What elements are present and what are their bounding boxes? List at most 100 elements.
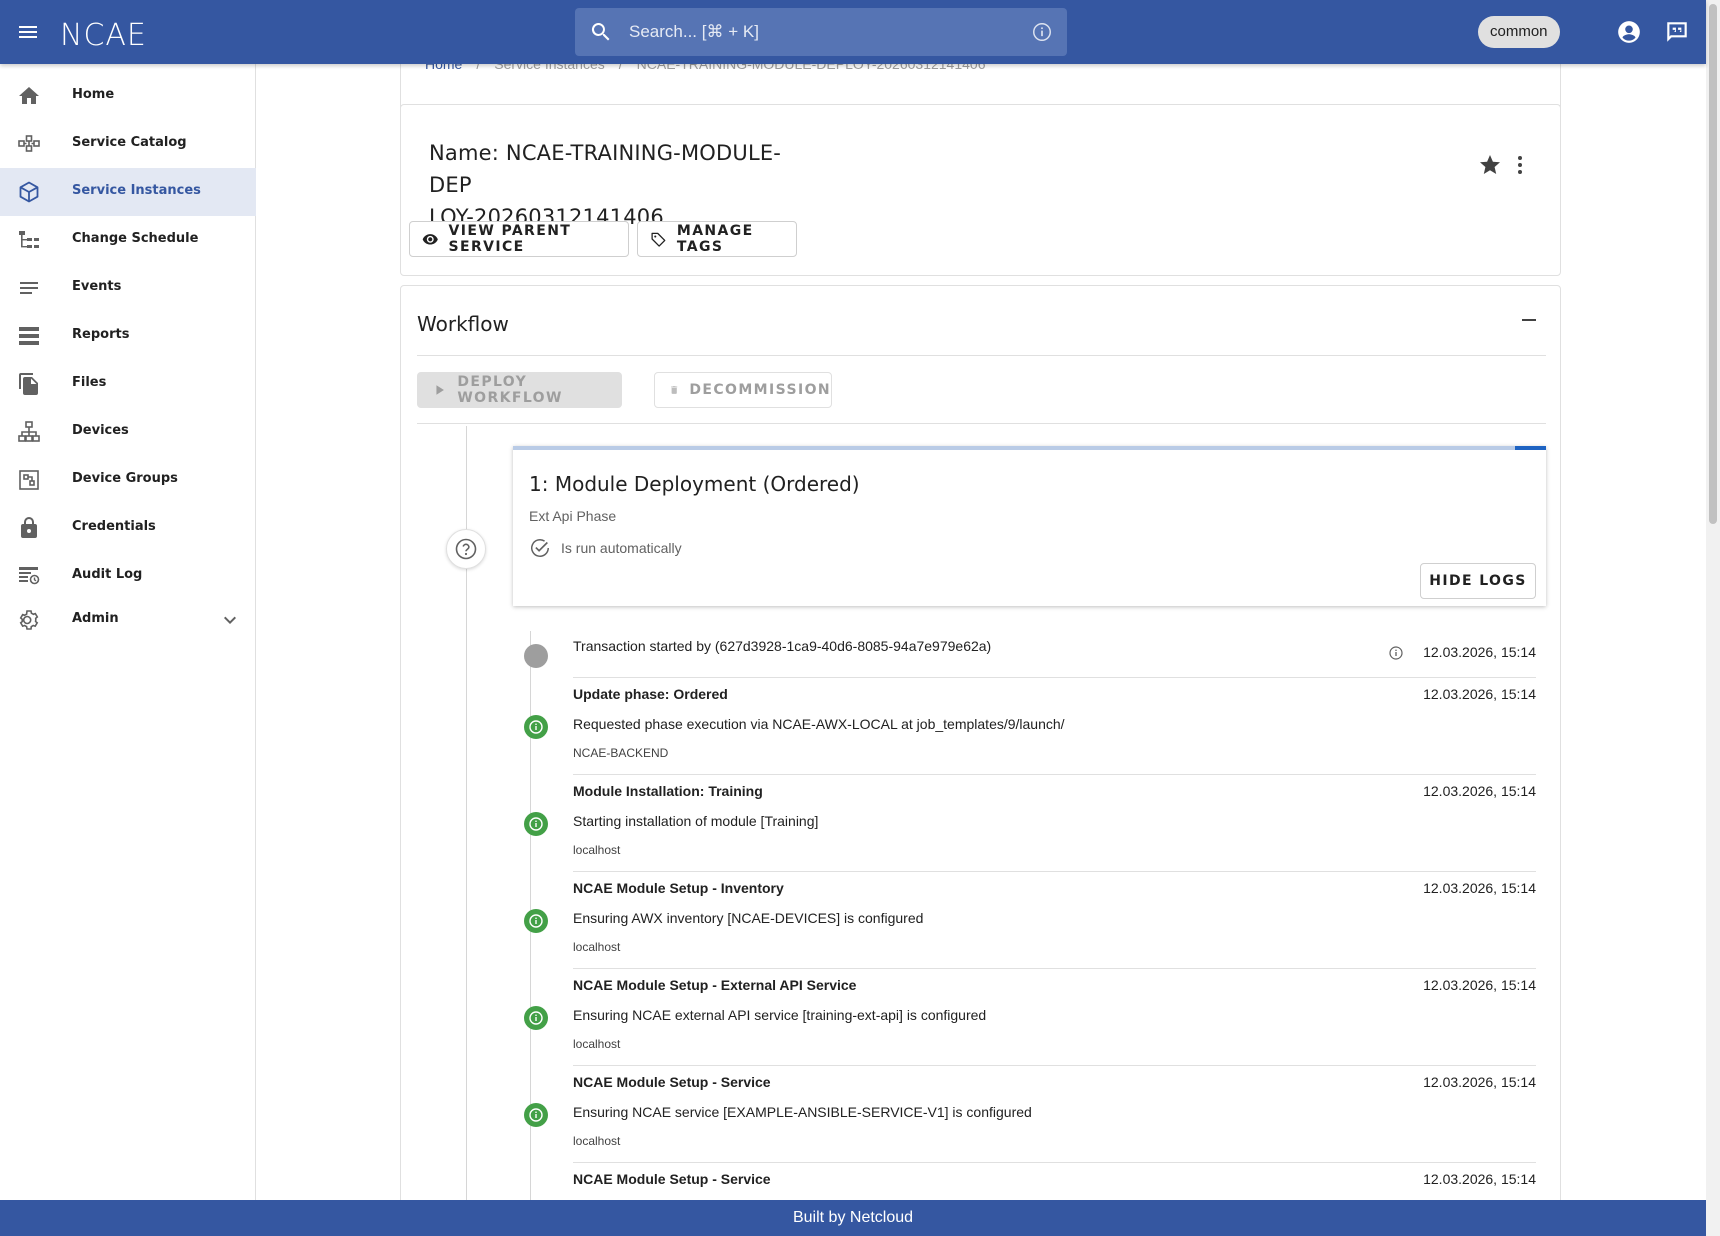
home-icon	[19, 87, 39, 104]
hide-logs-button[interactable]: HIDE LOGS	[1420, 563, 1536, 599]
sidebar-item-reports[interactable]: Reports	[0, 312, 256, 360]
log-title: NCAE Module Setup - Service	[573, 1074, 771, 1090]
sidebar-item-label: Admin	[72, 611, 119, 626]
network-icon	[18, 421, 40, 442]
log-timestamp: 12.03.2026, 15:14	[1423, 644, 1536, 660]
search-bar[interactable]	[575, 8, 1067, 56]
eye-icon	[422, 234, 438, 245]
log-message: Ensuring AWX inventory [NCAE-DEVICES] is…	[573, 910, 924, 926]
log-entry: Transaction started by (627d3928-1ca9-40…	[524, 638, 1536, 678]
page-scrollbar[interactable]	[1706, 0, 1720, 1236]
breadcrumb-separator: /	[618, 64, 623, 72]
deploy-workflow-label: DEPLOY WORKFLOW	[457, 374, 563, 406]
log-message: Ensuring NCAE external API service [trai…	[573, 1007, 987, 1023]
manage-tags-button[interactable]: MANAGE TAGS	[637, 221, 797, 257]
breadcrumb: Home / Service Instances / NCAE-TRAINING…	[425, 64, 986, 72]
trash-icon	[671, 386, 678, 394]
sidebar-item-files[interactable]: Files	[0, 360, 256, 408]
sidebar-item-change-schedule[interactable]: Change Schedule	[0, 216, 256, 264]
sidebar-item-home[interactable]: Home	[0, 72, 256, 120]
workflow-card: Workflow DEPLOY WORKFLOW DECOMMISSION 1:…	[400, 285, 1561, 1200]
sidebar-item-devices[interactable]: Devices	[0, 408, 256, 456]
more-vert-icon[interactable]	[1508, 153, 1532, 177]
device-groups-icon	[19, 470, 39, 490]
sidebar-item-label: Credentials	[72, 519, 156, 534]
chevron-down-icon[interactable]	[218, 608, 242, 632]
sidebar-item-label: Audit Log	[72, 567, 143, 582]
instance-name-line1: Name: NCAE-TRAINING-MODULE-DEP	[429, 141, 782, 197]
log-timestamp: 12.03.2026, 15:14	[1423, 1074, 1536, 1090]
phase-progress-bar	[513, 446, 1546, 450]
status-dot-success	[524, 909, 548, 933]
status-dot-success	[524, 1006, 548, 1030]
breadcrumb-separator: /	[476, 64, 481, 72]
auto-run-text: Is run automatically	[561, 540, 682, 556]
hamburger-menu-icon[interactable]	[16, 20, 40, 44]
info-icon[interactable]	[1031, 21, 1053, 43]
log-timestamp: 12.03.2026, 15:14	[1423, 686, 1536, 702]
status-dot-pending	[524, 644, 548, 668]
info-icon	[529, 914, 543, 928]
sidebar-item-audit-log[interactable]: Audit Log	[0, 552, 256, 600]
deploy-workflow-button[interactable]: DEPLOY WORKFLOW	[417, 372, 622, 408]
sidebar-item-admin[interactable]: Admin	[0, 596, 256, 644]
sidebar-item-events[interactable]: Events	[0, 264, 256, 312]
tenant-chip[interactable]: common	[1478, 16, 1560, 48]
log-timestamp: 12.03.2026, 15:14	[1423, 880, 1536, 896]
search-input[interactable]	[629, 20, 999, 44]
sidebar-item-credentials[interactable]: Credentials	[0, 504, 256, 552]
log-entry: NCAE Module Setup - Service 12.03.2026, …	[524, 1074, 1536, 1164]
gear-icon	[19, 610, 39, 630]
breadcrumb-service-instances[interactable]: Service Instances	[494, 64, 605, 72]
sidebar-item-service-instances[interactable]: Service Instances	[0, 168, 256, 216]
log-timestamp: 12.03.2026, 15:14	[1423, 977, 1536, 993]
divider	[417, 423, 1546, 424]
log-entry: NCAE Module Setup - Service 12.03.2026, …	[573, 1171, 1536, 1200]
breadcrumb-current: NCAE-TRAINING-MODULE-DEPLOY-202603121414…	[636, 64, 986, 72]
feedback-icon[interactable]	[1664, 19, 1690, 45]
star-icon[interactable]	[1478, 153, 1502, 177]
log-message: Requested phase execution via NCAE-AWX-L…	[573, 716, 1065, 732]
breadcrumb-home[interactable]: Home	[425, 64, 462, 72]
divider	[573, 1162, 1536, 1163]
log-source: localhost	[573, 843, 621, 857]
sidebar-item-label: Device Groups	[72, 471, 178, 486]
view-parent-service-button[interactable]: VIEW PARENT SERVICE	[409, 221, 629, 257]
sidebar-item-label: Change Schedule	[72, 231, 199, 246]
sidebar-item-device-groups[interactable]: Device Groups	[0, 456, 256, 504]
scrollbar-thumb[interactable]	[1709, 4, 1717, 524]
log-source: localhost	[573, 1134, 621, 1148]
collapse-icon[interactable]	[1517, 308, 1541, 332]
schedule-tree-icon	[19, 231, 39, 248]
divider	[573, 774, 1536, 775]
instance-name: Name: NCAE-TRAINING-MODULE-DEP LOY-20260…	[429, 137, 799, 233]
app-logo[interactable]: NCAE	[60, 18, 147, 53]
phase-status-badge	[446, 529, 486, 569]
sidebar-item-label: Service Catalog	[72, 135, 187, 150]
info-icon[interactable]	[1388, 645, 1404, 661]
log-timestamp: 12.03.2026, 15:14	[1423, 1171, 1536, 1187]
sidebar-item-label: Service Instances	[72, 183, 201, 198]
log-title: NCAE Module Setup - Inventory	[573, 880, 784, 896]
log-source: localhost	[573, 1037, 621, 1051]
account-circle-icon[interactable]	[1616, 19, 1642, 45]
divider	[573, 1065, 1536, 1066]
decommission-label: DECOMMISSION	[689, 382, 831, 398]
log-source: NCAE-BACKEND	[573, 746, 669, 760]
instance-header-card: Name: NCAE-TRAINING-MODULE-DEP LOY-20260…	[400, 104, 1561, 276]
divider	[573, 968, 1536, 969]
sidebar: Home Service Catalog Service Instances C…	[0, 64, 256, 1200]
sidebar-item-service-catalog[interactable]: Service Catalog	[0, 120, 256, 168]
divider	[573, 677, 1536, 678]
status-dot-success	[524, 1103, 548, 1127]
help-circle-icon	[455, 538, 477, 560]
phase-title: 1: Module Deployment (Ordered)	[529, 472, 860, 496]
log-entry: Module Installation: Training 12.03.2026…	[524, 783, 1536, 873]
log-title: NCAE Module Setup - Service	[573, 1171, 771, 1187]
files-icon	[19, 373, 38, 395]
audit-log-icon	[19, 567, 40, 585]
log-entry: NCAE Module Setup - External API Service…	[524, 977, 1536, 1067]
decommission-button[interactable]: DECOMMISSION	[654, 372, 832, 408]
log-message: Ensuring NCAE service [EXAMPLE-ANSIBLE-S…	[573, 1104, 1032, 1120]
divider	[417, 355, 1546, 356]
